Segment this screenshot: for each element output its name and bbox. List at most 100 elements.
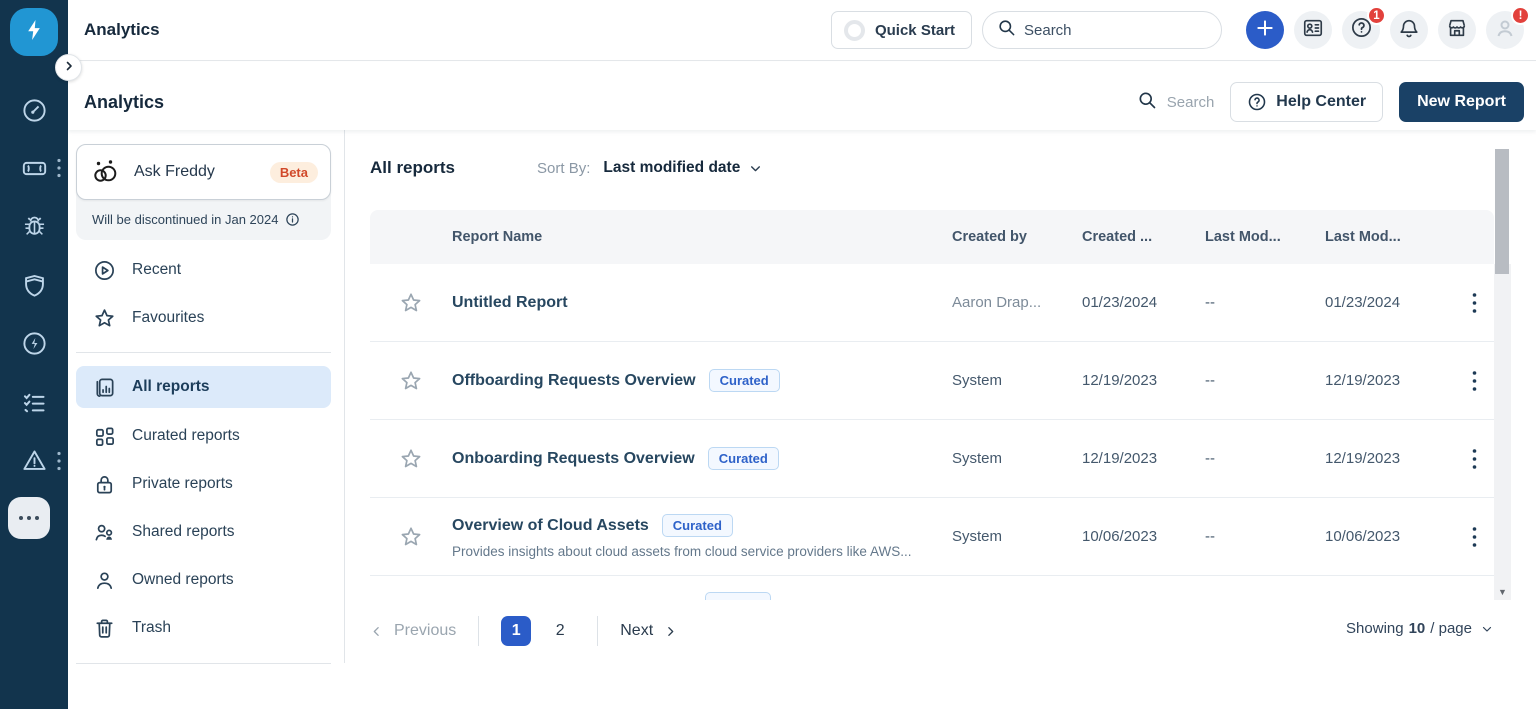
quick-start-label: Quick Start (874, 21, 955, 39)
previous-page-button[interactable]: Previous (370, 622, 456, 640)
star-icon (92, 306, 116, 330)
nav-item-favourites[interactable]: Favourites (76, 294, 331, 342)
row-menu-icon[interactable] (1472, 370, 1477, 392)
quick-start-button[interactable]: Quick Start (830, 11, 972, 49)
per-page-dropdown[interactable]: Showing 10 / page (1346, 620, 1493, 637)
row-menu-icon[interactable] (1472, 292, 1477, 314)
nav-item-trash[interactable]: Trash (76, 604, 331, 652)
reports-search-label: Search (1166, 93, 1215, 111)
marketplace-button[interactable] (1438, 11, 1476, 49)
more-apps-button[interactable] (8, 497, 50, 539)
divider (76, 352, 331, 353)
nav-label: Shared reports (132, 523, 235, 540)
help-center-button[interactable]: Help Center (1230, 82, 1384, 122)
reports-chart-icon (92, 375, 116, 399)
last-mod-by-cell: -- (1205, 294, 1215, 311)
nav-label: All reports (132, 378, 210, 395)
sort-by-label: Sort By: (537, 159, 591, 177)
alerts-triangle-icon[interactable] (21, 447, 48, 474)
last-mod-date-cell: 12/19/2023 (1325, 450, 1401, 467)
freshservice-logo[interactable] (10, 8, 58, 56)
checklist-icon[interactable] (21, 389, 48, 416)
play-circle-icon (92, 258, 116, 282)
reports-nav-list: Recent Favourites All reports Curated re (76, 246, 331, 664)
table-row[interactable]: Offboarding Requests Overview Curated Sys… (370, 342, 1494, 420)
lightning-assets-icon[interactable] (21, 330, 48, 357)
help-notification-badge: 1 (1367, 6, 1386, 25)
report-description: Provides insights about cloud assets fro… (452, 544, 912, 559)
toolbar-title: Analytics (84, 91, 165, 112)
trash-icon (92, 616, 116, 640)
report-name-link[interactable]: Offboarding Requests Overview (452, 372, 696, 390)
row-menu-icon[interactable] (1472, 526, 1477, 548)
column-last-mod: Last Mod... (1325, 229, 1401, 245)
row-menu-icon[interactable] (1472, 448, 1477, 470)
table-row[interactable]: Overview of Cloud Assets Curated Provides… (370, 498, 1494, 576)
favourite-star-icon[interactable] (399, 291, 423, 315)
plus-icon (1255, 18, 1275, 43)
scroll-down-icon[interactable]: ▼ (1498, 588, 1507, 597)
ask-freddy-button[interactable]: Ask Freddy Beta (76, 144, 331, 200)
lock-icon (92, 472, 116, 496)
table-scrollbar[interactable]: ▲ ▼ (1494, 264, 1511, 600)
chevron-down-icon (749, 162, 762, 175)
nav-item-curated-reports[interactable]: Curated reports (76, 412, 331, 460)
report-name-link[interactable]: Overview of Cloud Assets (452, 517, 649, 535)
analytics-toolbar: Analytics Search Help Center New Report (68, 62, 1536, 130)
ask-freddy-label: Ask Freddy (134, 163, 215, 180)
report-name-link[interactable]: Onboarding Requests Overview (452, 450, 695, 468)
chevron-right-icon (664, 625, 677, 638)
tickets-overflow-icon[interactable] (55, 157, 63, 179)
favourite-star-icon[interactable] (399, 369, 423, 393)
page-button-2[interactable]: 2 (545, 616, 575, 646)
alerts-overflow-icon[interactable] (55, 450, 63, 472)
nav-item-private-reports[interactable]: Private reports (76, 460, 331, 508)
favourite-star-icon[interactable] (399, 525, 423, 549)
global-search-input[interactable] (1024, 21, 1184, 39)
divider (76, 663, 331, 664)
shield-changes-icon[interactable] (21, 272, 48, 299)
next-page-button[interactable]: Next (620, 622, 677, 640)
contact-card-icon (1302, 17, 1324, 44)
contacts-directory-button[interactable] (1294, 11, 1332, 49)
global-search[interactable] (982, 11, 1222, 49)
favourite-star-icon[interactable] (399, 447, 423, 471)
nav-item-owned-reports[interactable]: Owned reports (76, 556, 331, 604)
profile-avatar[interactable]: ! (1486, 6, 1530, 49)
sidebar-expand-button[interactable] (55, 54, 82, 81)
sort-by-dropdown[interactable]: Last modified date (603, 159, 762, 177)
last-mod-date-cell: 12/19/2023 (1325, 372, 1401, 389)
reports-search-button[interactable]: Search (1137, 90, 1215, 114)
curated-badge: Curated (708, 369, 780, 392)
person-icon (92, 568, 116, 592)
next-label: Next (620, 622, 654, 639)
sort-value: Last modified date (603, 159, 741, 176)
created-by-cell: System (952, 372, 1003, 389)
info-icon[interactable] (285, 212, 300, 227)
nav-label: Owned reports (132, 571, 234, 588)
notifications-button[interactable] (1390, 11, 1428, 49)
new-report-button[interactable]: New Report (1399, 82, 1524, 122)
tickets-icon[interactable] (21, 155, 48, 182)
nav-item-all-reports[interactable]: All reports (76, 366, 331, 408)
scrollbar-thumb[interactable] (1495, 149, 1509, 274)
page-button-1[interactable]: 1 (501, 616, 532, 646)
created-by-cell: System (952, 528, 1003, 545)
help-center-label: Help Center (1276, 93, 1367, 110)
curated-badge: Curated (707, 447, 779, 470)
search-icon (997, 18, 1016, 42)
nav-label: Favourites (132, 309, 205, 326)
reports-main: All reports Sort By: Last modified date … (345, 130, 1536, 709)
bolt-icon (22, 18, 46, 47)
table-row[interactable]: Untitled Report Aaron Drap... 01/23/2024… (370, 264, 1494, 342)
nav-item-recent[interactable]: Recent (76, 246, 331, 294)
report-name-link[interactable]: Untitled Report (452, 294, 568, 312)
create-new-button[interactable] (1246, 11, 1284, 49)
dashboard-gauge-icon[interactable] (21, 97, 48, 124)
table-row[interactable]: Onboarding Requests Overview Curated Syst… (370, 420, 1494, 498)
people-icon (92, 520, 116, 544)
nav-item-shared-reports[interactable]: Shared reports (76, 508, 331, 556)
table-row-partial (370, 576, 1494, 600)
bug-problems-icon[interactable] (21, 213, 48, 240)
help-button[interactable]: 1 (1342, 6, 1386, 49)
